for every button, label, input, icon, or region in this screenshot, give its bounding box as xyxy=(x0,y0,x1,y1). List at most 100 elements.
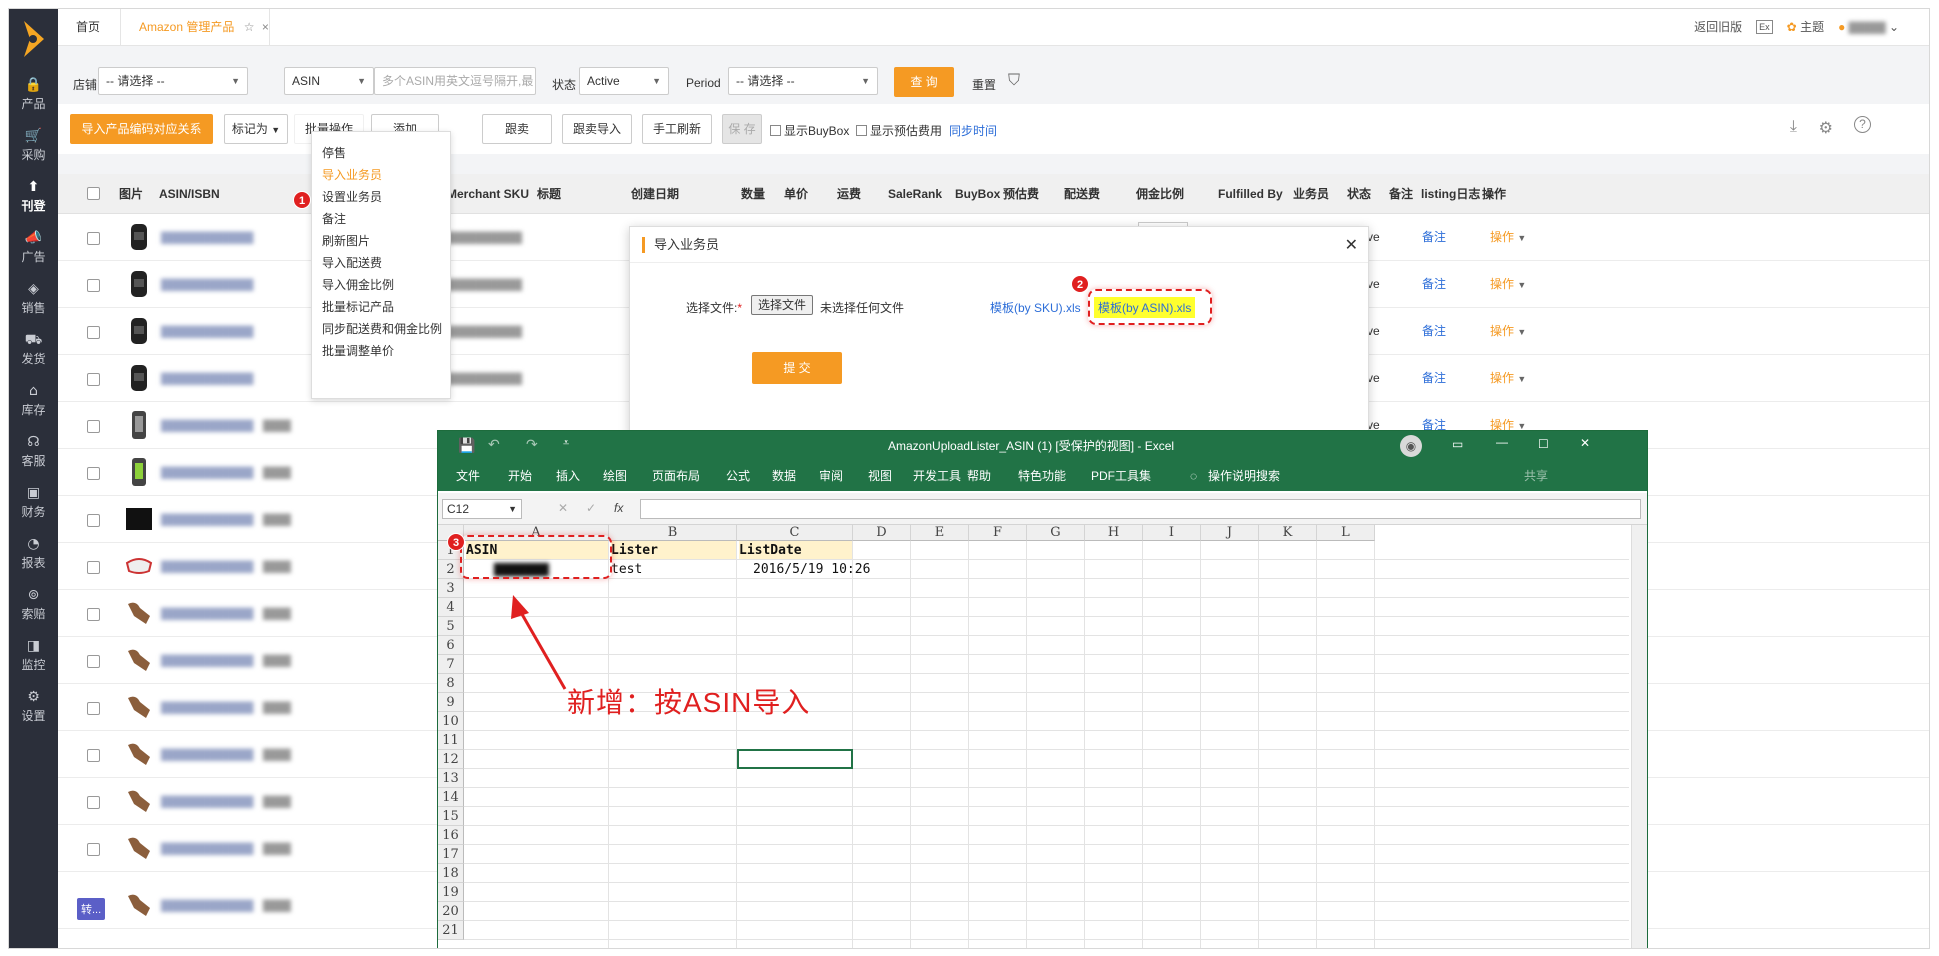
asin-cell[interactable]: ▇▇▇▇▇▇▇▇▇▇ xyxy=(161,496,253,543)
column-header-E[interactable]: E xyxy=(911,525,969,541)
product-image[interactable] xyxy=(122,549,156,583)
row-checkbox[interactable] xyxy=(87,326,100,339)
select-all-checkbox[interactable] xyxy=(87,187,100,200)
product-image[interactable] xyxy=(122,831,156,865)
reset-link[interactable]: 重置 xyxy=(972,76,996,93)
row-checkbox[interactable] xyxy=(87,655,100,668)
product-image[interactable] xyxy=(122,220,156,254)
follow-sell-import-button[interactable]: 跟卖导入 xyxy=(562,114,632,144)
sidebar-item-1[interactable]: 🛒 采购 xyxy=(9,120,58,171)
column-header-C[interactable]: C xyxy=(737,525,853,541)
sidebar-item-3[interactable]: 📣 广告 xyxy=(9,222,58,273)
filter-icon[interactable]: ⛉ xyxy=(1008,72,1020,90)
column-header[interactable]: Fulfilled By xyxy=(1218,174,1283,214)
ribbon-tab[interactable]: 开发工具 xyxy=(913,461,961,491)
mark-as-dropdown[interactable]: 标记为 ▼ xyxy=(224,114,288,144)
show-buybox-checkbox[interactable]: 显示BuyBox xyxy=(770,122,849,139)
column-header[interactable]: 佣金比例 xyxy=(1136,174,1184,214)
ribbon-tab[interactable]: 页面布局 xyxy=(652,461,700,491)
column-header[interactable]: 业务员 xyxy=(1293,174,1329,214)
ribbon-tab[interactable]: 数据 xyxy=(772,461,796,491)
close-icon[interactable]: ✕ xyxy=(1345,235,1358,255)
undo-icon[interactable]: ↶ xyxy=(488,436,500,453)
cell-c2[interactable]: 2016/5/19 10:26 xyxy=(753,560,870,579)
product-image[interactable] xyxy=(122,267,156,301)
asin-input[interactable]: 多个ASIN用英文逗号隔开,最 xyxy=(374,67,536,95)
sidebar-item-5[interactable]: ⛟ 发货 xyxy=(9,324,58,375)
function-icon[interactable]: fx xyxy=(614,501,623,515)
sync-time-link[interactable]: 同步时间 xyxy=(949,122,997,139)
ribbon-tab[interactable]: 特色功能 xyxy=(1018,461,1066,491)
row-checkbox[interactable] xyxy=(87,608,100,621)
column-header[interactable]: 创建日期 xyxy=(631,174,679,214)
product-image[interactable] xyxy=(122,455,156,489)
formula-input[interactable] xyxy=(640,499,1641,519)
column-header-L[interactable]: L xyxy=(1317,525,1375,541)
ribbon-tab[interactable]: 插入 xyxy=(556,461,580,491)
column-header[interactable]: 运费 xyxy=(837,174,861,214)
batch-menu-item[interactable]: 停售 xyxy=(322,144,346,162)
ribbon-tab[interactable]: PDF工具集 xyxy=(1091,461,1151,491)
asin-cell[interactable]: ▇▇▇▇▇▇▇▇▇▇ xyxy=(161,825,253,872)
ribbon-tab[interactable]: 帮助 xyxy=(967,461,991,491)
minimize-icon[interactable]: — xyxy=(1496,435,1508,449)
status-select[interactable]: Active ▼ xyxy=(579,67,669,95)
product-image[interactable] xyxy=(122,596,156,630)
product-image[interactable] xyxy=(122,643,156,677)
vertical-scrollbar[interactable] xyxy=(1631,525,1647,948)
tab-amazon-products[interactable]: Amazon 管理产品 ☆ × xyxy=(120,9,270,46)
product-image[interactable] xyxy=(122,690,156,724)
manual-refresh-button[interactable]: 手工刷新 xyxy=(642,114,712,144)
batch-menu-item[interactable]: 设置业务员 xyxy=(322,188,382,206)
column-header-I[interactable]: I xyxy=(1143,525,1201,541)
column-header[interactable]: 状态 xyxy=(1347,174,1371,214)
batch-menu-item[interactable]: 导入业务员 xyxy=(322,166,382,184)
logo[interactable] xyxy=(9,9,58,69)
ribbon-tab[interactable]: 视图 xyxy=(868,461,892,491)
sidebar-item-0[interactable]: 🔒 产品 xyxy=(9,69,58,120)
redo-icon[interactable]: ↷ xyxy=(526,436,538,453)
column-header[interactable]: 预估费 xyxy=(1003,174,1039,214)
follow-sell-button[interactable]: 跟卖 xyxy=(482,114,552,144)
cancel-icon[interactable]: ✕ xyxy=(558,501,568,515)
selected-cell-c12[interactable] xyxy=(737,749,853,769)
excel-close-icon[interactable]: ✕ xyxy=(1580,436,1590,450)
row-checkbox[interactable] xyxy=(87,561,100,574)
sidebar-item-8[interactable]: ▣ 财务 xyxy=(9,477,58,528)
row-header[interactable]: 18 xyxy=(438,864,464,883)
row-header[interactable]: 14 xyxy=(438,788,464,807)
row-header[interactable]: 3 xyxy=(438,579,464,598)
row-header[interactable]: 13 xyxy=(438,769,464,788)
close-icon[interactable]: × xyxy=(262,20,269,34)
row-checkbox[interactable] xyxy=(87,232,100,245)
download-icon[interactable]: ⤓ xyxy=(1790,118,1797,136)
row-checkbox[interactable] xyxy=(87,467,100,480)
ribbon-tab[interactable]: 文件 xyxy=(456,461,480,491)
row-checkbox[interactable] xyxy=(87,702,100,715)
asin-cell[interactable]: ▇▇▇▇▇▇▇▇▇▇ xyxy=(161,684,253,731)
show-fee-checkbox[interactable]: 显示预估费用 xyxy=(856,122,942,139)
row-checkbox[interactable] xyxy=(87,373,100,386)
operation-dropdown[interactable]: 操作 ▼ xyxy=(1490,355,1526,403)
cell-b1[interactable]: Lister xyxy=(611,541,736,559)
asin-cell[interactable]: ▇▇▇▇▇▇▇▇▇▇ xyxy=(161,778,253,825)
row-header[interactable]: 4 xyxy=(438,598,464,617)
column-header-J[interactable]: J xyxy=(1201,525,1259,541)
note-link[interactable]: 备注 xyxy=(1422,214,1446,261)
column-header-D[interactable]: D xyxy=(853,525,911,541)
quick-access-icon[interactable]: ⩡ xyxy=(563,437,569,450)
column-header[interactable]: 数量 xyxy=(741,174,765,214)
product-image[interactable] xyxy=(122,888,156,922)
sidebar-item-4[interactable]: ◈ 销售 xyxy=(9,273,58,324)
column-header[interactable]: listing日志 xyxy=(1421,174,1480,214)
column-header-K[interactable]: K xyxy=(1259,525,1317,541)
column-header[interactable]: 图片 xyxy=(119,174,143,214)
row-checkbox[interactable] xyxy=(87,749,100,762)
note-link[interactable]: 备注 xyxy=(1422,355,1446,402)
row-header[interactable]: 8 xyxy=(438,674,464,693)
ribbon-display-icon[interactable]: ▭ xyxy=(1452,437,1463,451)
product-image[interactable] xyxy=(122,408,156,442)
asin-cell[interactable]: ▇▇▇▇▇▇▇▇▇▇ xyxy=(161,308,253,355)
period-select[interactable]: -- 请选择 -- ▼ xyxy=(728,67,878,95)
column-header[interactable]: BuyBox xyxy=(955,174,1000,214)
